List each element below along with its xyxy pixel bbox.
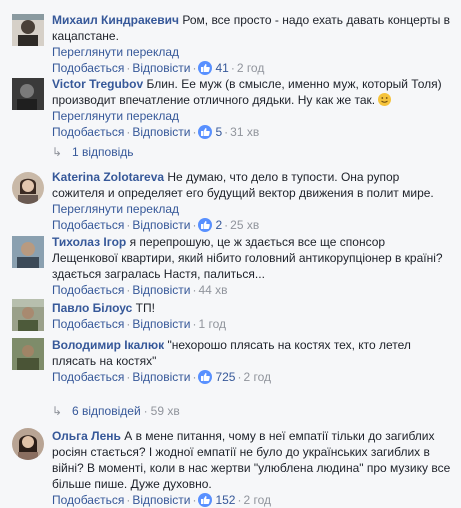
comment-author[interactable]: Тихолаз Ігор	[52, 235, 126, 249]
see-translation-link[interactable]: Переглянути переклад	[52, 44, 452, 60]
comment-time[interactable]: 2 год	[243, 493, 271, 507]
view-replies-link[interactable]: ↳ 1 відповідь	[52, 144, 134, 160]
comment-time[interactable]: 1 год	[198, 317, 226, 331]
comment-time[interactable]: 2 год	[237, 61, 265, 75]
like-count[interactable]: 152	[215, 493, 235, 507]
like-icon[interactable]	[198, 125, 213, 139]
like-icon[interactable]	[198, 61, 213, 75]
comment-time[interactable]: 44 хв	[198, 283, 227, 297]
see-translation-link[interactable]: Переглянути переклад	[52, 201, 452, 217]
view-replies-link[interactable]: ↳ 6 відповідей · 59 хв	[52, 403, 180, 419]
like-icon[interactable]	[198, 218, 213, 232]
like-link[interactable]: Подобається	[52, 493, 124, 507]
comment-author[interactable]: Павло Білоус	[52, 301, 132, 315]
like-count[interactable]: 41	[215, 61, 228, 75]
comment-author[interactable]: Ольга Лень	[52, 429, 121, 443]
comment-actions: Подобається · Відповісти · 725 · 2 год	[52, 370, 272, 384]
comment-actions: Подобається · Відповісти · 1 год	[52, 317, 226, 331]
comment-actions: Подобається · Відповісти · 5 · 31 хв	[52, 125, 260, 139]
avatar[interactable]	[12, 172, 44, 204]
like-link[interactable]: Подобається	[52, 317, 124, 331]
reply-link[interactable]: Відповісти	[132, 125, 190, 139]
comment-author[interactable]: Михаил Киндракевич	[52, 13, 179, 27]
comment-author[interactable]: Victor Tregubov	[52, 77, 143, 91]
avatar[interactable]	[12, 78, 44, 110]
comment-actions: Подобається · Відповісти · 41 · 2 год	[52, 61, 265, 75]
reply-arrow-icon: ↳	[52, 145, 63, 159]
reply-link[interactable]: Відповісти	[132, 370, 190, 384]
see-translation-link[interactable]: Переглянути переклад	[52, 108, 452, 124]
reply-link[interactable]: Відповісти	[132, 61, 190, 75]
replies-count[interactable]: 1 відповідь	[72, 145, 134, 159]
like-link[interactable]: Подобається	[52, 125, 124, 139]
like-link[interactable]: Подобається	[52, 370, 124, 384]
comment-author[interactable]: Володимир Ікалюк	[52, 338, 164, 352]
like-icon[interactable]	[198, 370, 213, 384]
avatar[interactable]	[12, 338, 44, 370]
reply-arrow-icon: ↳	[52, 404, 63, 418]
comment-time[interactable]: 25 хв	[230, 218, 259, 232]
reply-link[interactable]: Відповісти	[132, 493, 190, 507]
like-link[interactable]: Подобається	[52, 218, 124, 232]
comment-author[interactable]: Katerina Zolotareva	[52, 170, 164, 184]
reply-link[interactable]: Відповісти	[132, 283, 190, 297]
replies-time: 59 хв	[150, 404, 180, 418]
reply-link[interactable]: Відповісти	[132, 218, 190, 232]
avatar[interactable]	[12, 236, 44, 268]
like-link[interactable]: Подобається	[52, 283, 124, 297]
like-link[interactable]: Подобається	[52, 61, 124, 75]
replies-count[interactable]: 6 відповідей	[72, 404, 141, 418]
avatar[interactable]	[12, 299, 44, 331]
smile-emoji-icon	[378, 93, 392, 106]
like-count[interactable]: 725	[215, 370, 235, 384]
comment-text: ТП!	[135, 301, 155, 315]
avatar[interactable]	[12, 14, 44, 46]
like-icon[interactable]	[198, 493, 213, 507]
comment-time[interactable]: 31 хв	[230, 125, 259, 139]
reply-link[interactable]: Відповісти	[132, 317, 190, 331]
avatar[interactable]	[12, 428, 44, 460]
comment-actions: Подобається · Відповісти · 44 хв	[52, 283, 228, 297]
comment-actions: Подобається · Відповісти · 2 · 25 хв	[52, 218, 260, 232]
comment-time[interactable]: 2 год	[243, 370, 271, 384]
